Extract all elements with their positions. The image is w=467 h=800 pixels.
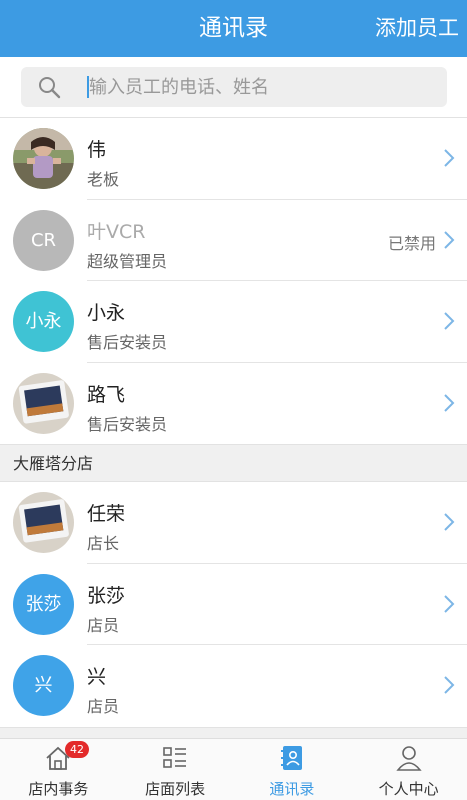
contact-name: 兴	[87, 666, 107, 688]
search-box[interactable]	[21, 67, 447, 107]
chevron-right-icon	[444, 676, 455, 694]
contact-role: 老板	[87, 170, 120, 189]
avatar: 兴	[13, 655, 74, 716]
contact-row[interactable]: 伟 老板	[0, 118, 467, 200]
search-bar	[0, 57, 467, 117]
tab-store-affairs[interactable]: 42 店内事务	[0, 739, 117, 800]
tab-label: 通讯录	[269, 780, 315, 798]
contact-role: 售后安装员	[87, 414, 168, 434]
contact-row[interactable]: 小永 小永 售后安装员	[0, 281, 467, 363]
chevron-right-icon	[444, 230, 455, 249]
contact-role: 店员	[87, 615, 120, 635]
notification-badge: 42	[65, 741, 89, 758]
contact-name: 叶VCR	[87, 220, 146, 243]
chevron-right-icon	[444, 594, 455, 613]
status-label: 已禁用	[387, 233, 436, 253]
avatar-photo	[13, 128, 74, 189]
avatar: CR	[13, 209, 74, 271]
contact-name: 路飞	[87, 383, 126, 406]
chevron-right-icon	[444, 149, 455, 167]
contact-name: 张莎	[87, 584, 126, 607]
search-icon	[39, 77, 61, 99]
chevron-right-icon	[444, 312, 455, 330]
contact-row[interactable]: 张莎 张莎 店员	[0, 563, 467, 645]
contact-row[interactable]: 任荣 店长	[0, 482, 467, 564]
avatar: 小永	[13, 291, 74, 352]
avatar-photo	[13, 492, 74, 553]
tab-label: 个人中心	[378, 780, 439, 798]
contact-role: 店长	[87, 534, 120, 553]
chevron-right-icon	[444, 393, 455, 412]
tab-store-list[interactable]: 店面列表	[117, 739, 234, 800]
tab-profile[interactable]: 个人中心	[350, 739, 467, 800]
contact-name: 伟	[87, 139, 107, 161]
contact-row[interactable]: 路飞 售后安装员	[0, 362, 467, 444]
tab-contacts[interactable]: 通讯录	[234, 739, 351, 800]
search-input[interactable]	[89, 67, 439, 107]
tab-bar: 42 店内事务 店面列表 通讯录 个人中心	[0, 738, 467, 800]
section-header-partial	[0, 726, 467, 738]
contact-name: 小永	[87, 302, 126, 324]
profile-icon	[395, 746, 422, 771]
add-employee-button[interactable]: 添加员工	[375, 0, 459, 57]
contact-role: 售后安装员	[87, 333, 168, 352]
contact-row[interactable]: CR 叶VCR 超级管理员 已禁用	[0, 199, 467, 281]
contact-list: 伟 老板 CR 叶VCR 超级管理员 已禁用 小永 小永 售后安装员 路飞 售后…	[0, 117, 467, 738]
chevron-right-icon	[444, 513, 455, 531]
tab-label: 店面列表	[145, 780, 206, 798]
contact-role: 超级管理员	[87, 251, 168, 271]
avatar-photo	[13, 372, 74, 434]
list-icon	[163, 747, 187, 768]
contact-role: 店员	[87, 697, 120, 716]
app-header: 通讯录 添加员工	[0, 0, 467, 57]
contact-name: 任荣	[87, 503, 126, 525]
avatar: 张莎	[13, 573, 74, 635]
tab-label: 店内事务	[28, 780, 89, 798]
section-header: 大雁塔分店	[0, 444, 467, 482]
contacts-icon	[280, 746, 302, 770]
contact-row[interactable]: 兴 兴 店员	[0, 645, 467, 727]
